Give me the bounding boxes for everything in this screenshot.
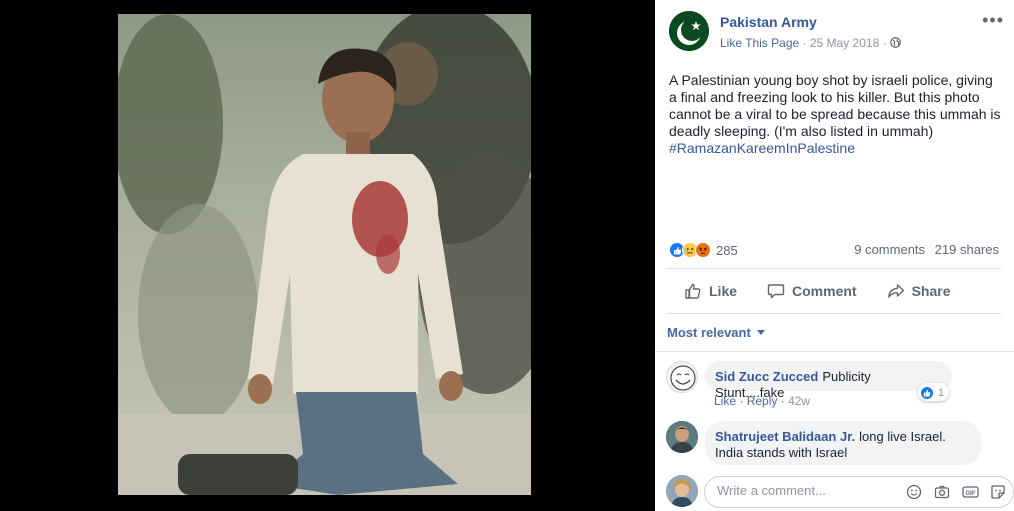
- photo-button[interactable]: [933, 483, 951, 501]
- gif-icon: GIF: [961, 486, 979, 498]
- pakistan-flag-icon: [669, 11, 709, 51]
- current-user-avatar[interactable]: [666, 475, 698, 507]
- comment-item: Shatrujeet Balidaan Jr. long live Israel.…: [666, 421, 1006, 467]
- post-date[interactable]: 25 May 2018: [810, 36, 879, 50]
- like-label: Like: [709, 283, 738, 299]
- svg-text:GIF: GIF: [965, 491, 975, 497]
- comment-composer: GIF: [666, 474, 1014, 508]
- sort-label: Most relevant: [667, 325, 751, 340]
- caret-down-icon: [757, 330, 766, 335]
- share-button[interactable]: Share: [887, 276, 951, 306]
- sticker-button[interactable]: [989, 483, 1007, 501]
- reaction-count[interactable]: 285: [716, 243, 738, 258]
- photo-illustration: [118, 14, 531, 495]
- globe-icon: [890, 37, 901, 48]
- link-separator: ·: [739, 394, 747, 408]
- comment-sort-dropdown[interactable]: Most relevant: [667, 325, 766, 340]
- comment-share-counts: 9 comments 219 shares: [848, 242, 999, 257]
- more-options-button[interactable]: •••: [982, 11, 1004, 29]
- post-actions: Like Comment Share: [667, 276, 1001, 306]
- divider: [667, 268, 1001, 269]
- comment-input[interactable]: [717, 483, 887, 498]
- trollface-avatar-icon: [670, 365, 696, 391]
- page-avatar[interactable]: [669, 11, 709, 51]
- photo-stage: [0, 0, 655, 511]
- reactions-summary[interactable]: 285: [669, 240, 738, 260]
- emoji-button[interactable]: [905, 483, 923, 501]
- post-panel: Pakistan Army Like This Page · 25 May 20…: [655, 0, 1014, 511]
- photo-viewer: Pakistan Army Like This Page · 25 May 20…: [0, 0, 1014, 511]
- like-page-link[interactable]: Like This Page: [720, 36, 799, 50]
- comment-bubble: Shatrujeet Balidaan Jr. long live Israel.…: [705, 421, 981, 465]
- comment-time[interactable]: 42w: [788, 394, 810, 408]
- post-meta: Like This Page · 25 May 2018 ·: [720, 36, 901, 50]
- comment-like-badge[interactable]: 1: [918, 383, 950, 401]
- comment-item: Sid Zucc Zucced Publicity Stunt....fake 1…: [666, 361, 1006, 411]
- hashtag-link[interactable]: #RamazanKareemInPalestine: [669, 140, 1003, 157]
- comment-text-line2: India stands with Israel: [715, 445, 848, 460]
- share-label: Share: [911, 283, 951, 299]
- comment-author[interactable]: Sid Zucc Zucced: [715, 369, 818, 384]
- comment-button[interactable]: Comment: [767, 276, 857, 306]
- shares-count-link[interactable]: 219 shares: [935, 242, 999, 257]
- like-reaction-icon: [920, 385, 934, 400]
- comment-links: Like · Reply · 42w: [714, 394, 810, 408]
- smiley-icon: [906, 484, 922, 500]
- comments-divider: [655, 351, 1014, 352]
- post-header: Pakistan Army Like This Page · 25 May 20…: [669, 11, 1004, 55]
- post-photo[interactable]: [118, 14, 531, 495]
- angry-reaction-icon: [695, 242, 711, 258]
- user-photo-avatar: [666, 475, 698, 507]
- post-text: A Palestinian young boy shot by israeli …: [669, 72, 1003, 157]
- divider: [667, 313, 1001, 314]
- meta-separator: ·: [882, 36, 890, 50]
- camera-icon: [934, 485, 950, 499]
- comment-text-line1: long live Israel.: [859, 429, 946, 444]
- sticker-icon: [991, 485, 1005, 499]
- comments-count-link[interactable]: 9 comments: [854, 242, 925, 257]
- gif-button[interactable]: GIF: [961, 483, 979, 501]
- thumbs-up-icon: [685, 283, 701, 299]
- like-button[interactable]: Like: [684, 276, 737, 306]
- comment-label: Comment: [792, 283, 857, 299]
- meta-separator: ·: [802, 36, 810, 50]
- link-separator: ·: [780, 394, 789, 408]
- user-photo-avatar: [666, 421, 698, 453]
- page-name[interactable]: Pakistan Army: [720, 14, 817, 30]
- comment-icon: [767, 284, 785, 299]
- comment-bubble: Sid Zucc Zucced Publicity Stunt....fake: [705, 361, 952, 400]
- comment-like-link[interactable]: Like: [714, 394, 736, 408]
- comment-like-count: 1: [938, 386, 945, 399]
- post-body: A Palestinian young boy shot by israeli …: [669, 72, 1001, 139]
- commenter-avatar[interactable]: [666, 361, 698, 393]
- comment-input-wrapper: GIF: [704, 476, 1014, 508]
- composer-tools: GIF: [895, 483, 1007, 501]
- post-stats: 285 9 comments 219 shares: [669, 240, 999, 260]
- commenter-avatar[interactable]: [666, 421, 698, 453]
- comment-author[interactable]: Shatrujeet Balidaan Jr.: [715, 429, 855, 444]
- comment-reply-link[interactable]: Reply: [747, 394, 778, 408]
- share-arrow-icon: [887, 284, 904, 298]
